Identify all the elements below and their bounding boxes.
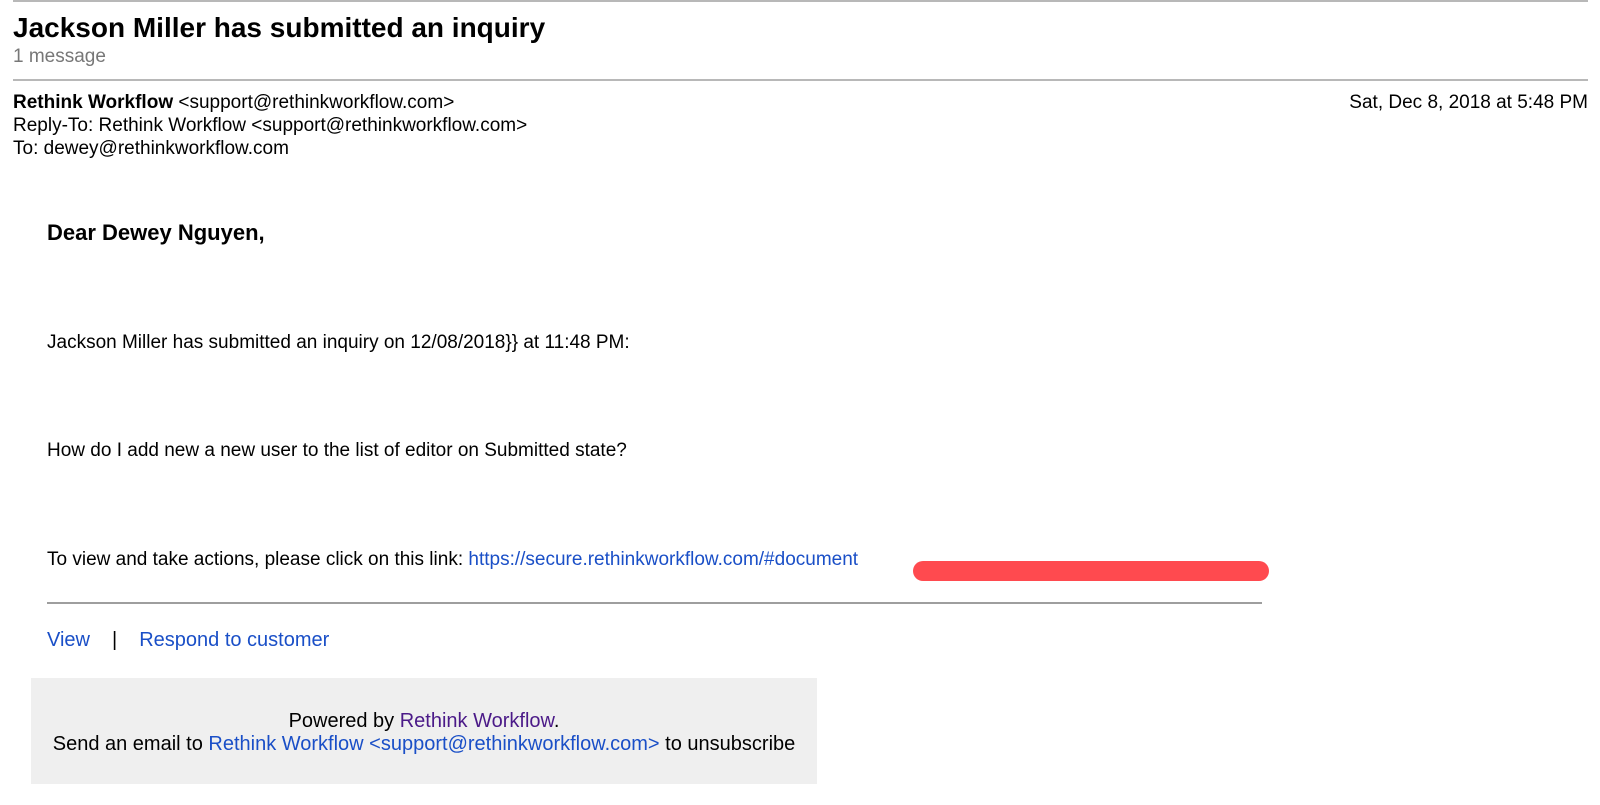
header-divider xyxy=(13,79,1588,81)
sender-email: <support@rethinkworkflow.com> xyxy=(173,92,455,113)
action-links: View | Respond to customer xyxy=(47,627,329,653)
from-line: Rethink Workflow <support@rethinkworkflo… xyxy=(13,91,454,115)
brand-link[interactable]: Rethink Workflow xyxy=(400,710,554,732)
powered-by-line: Powered by Rethink Workflow. xyxy=(31,709,817,733)
unsubscribe-suffix: to unsubscribe xyxy=(659,733,796,755)
document-link[interactable]: https://secure.rethinkworkflow.com/#docu… xyxy=(468,549,858,570)
to-line: To: dewey@rethinkworkflow.com xyxy=(13,138,289,159)
action-line-text: To view and take actions, please click o… xyxy=(47,549,469,570)
body-divider xyxy=(47,602,1262,604)
message-count: 1 message xyxy=(13,46,106,67)
redaction-mark xyxy=(913,561,1269,581)
footer-box: Powered by Rethink Workflow. Send an ema… xyxy=(31,678,817,784)
unsubscribe-text: Send an email to xyxy=(52,733,209,755)
top-divider xyxy=(13,0,1588,2)
inquiry-summary: Jackson Miller has submitted an inquiry … xyxy=(47,332,630,353)
powered-by-text: Powered by xyxy=(288,710,400,732)
powered-by-period: . xyxy=(553,710,560,732)
reply-to-line: Reply-To: Rethink Workflow <support@reth… xyxy=(13,115,528,136)
action-line: To view and take actions, please click o… xyxy=(47,548,858,572)
unsubscribe-line: Send an email to Rethink Workflow <suppo… xyxy=(31,732,817,756)
unsubscribe-email-link[interactable]: Rethink Workflow <support@rethinkworkflo… xyxy=(208,733,659,755)
respond-to-customer-link[interactable]: Respond to customer xyxy=(139,629,329,651)
greeting: Dear Dewey Nguyen, xyxy=(47,220,265,245)
email-date: Sat, Dec 8, 2018 at 5:48 PM xyxy=(1349,92,1588,113)
action-separator: | xyxy=(112,629,118,651)
inquiry-question: How do I add new a new user to the list … xyxy=(47,440,627,461)
sender-name: Rethink Workflow xyxy=(13,92,174,113)
email-subject: Jackson Miller has submitted an inquiry xyxy=(13,12,546,43)
view-link[interactable]: View xyxy=(47,629,90,651)
